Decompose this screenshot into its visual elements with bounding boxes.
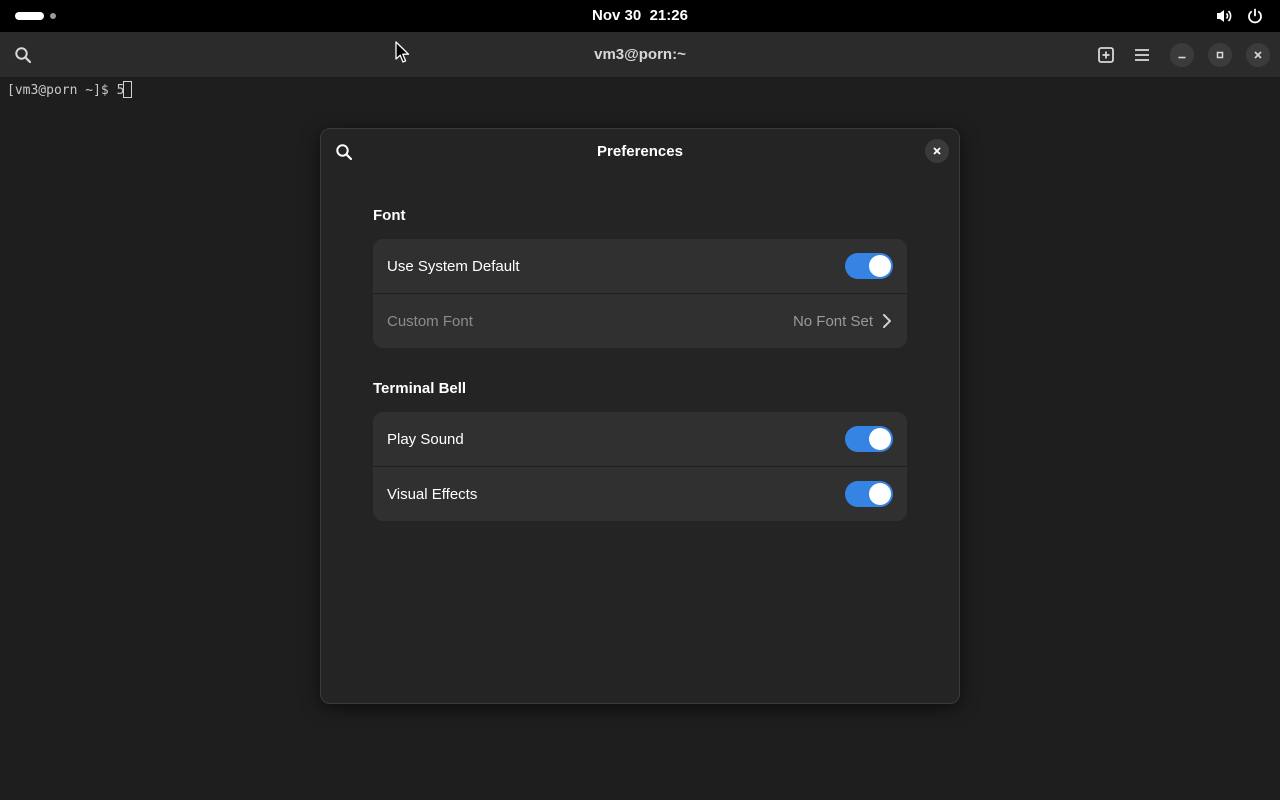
font-section-title: Font xyxy=(373,207,406,224)
visual-effects-row[interactable]: Visual Effects xyxy=(373,466,907,521)
main-menu-button[interactable] xyxy=(1128,42,1156,68)
new-tab-icon xyxy=(1098,47,1114,63)
text-cursor xyxy=(123,81,133,98)
use-system-default-switch[interactable] xyxy=(845,253,893,279)
dialog-title: Preferences xyxy=(597,143,683,160)
hamburger-icon xyxy=(1135,49,1149,61)
visual-effects-label: Visual Effects xyxy=(387,485,478,503)
use-system-default-row[interactable]: Use System Default xyxy=(373,239,907,293)
switch-knob xyxy=(869,255,891,277)
terminal-bell-group: Play Sound Visual Effects xyxy=(373,412,907,521)
power-icon[interactable] xyxy=(1246,7,1264,25)
custom-font-label: Custom Font xyxy=(387,312,473,330)
play-sound-label: Play Sound xyxy=(387,430,464,448)
mouse-pointer-icon xyxy=(395,41,410,63)
minimize-button[interactable] xyxy=(1170,43,1194,67)
chevron-right-icon xyxy=(883,314,891,328)
clock-date[interactable]: Nov 30 xyxy=(592,7,641,24)
top-bar: Nov 30 21:26 xyxy=(0,0,1280,32)
switch-knob xyxy=(869,483,891,505)
new-tab-button[interactable] xyxy=(1092,42,1120,68)
custom-font-value: No Font Set xyxy=(792,312,873,330)
close-icon xyxy=(1254,51,1262,59)
switch-knob xyxy=(869,428,891,450)
terminal-bell-section-title: Terminal Bell xyxy=(373,380,467,397)
close-window-button[interactable] xyxy=(1246,43,1270,67)
workspace-dot-indicator xyxy=(50,13,56,19)
workspace-active-indicator xyxy=(15,12,44,20)
dialog-close-button[interactable] xyxy=(925,139,949,163)
play-sound-row[interactable]: Play Sound xyxy=(373,412,907,466)
clock-time[interactable]: 21:26 xyxy=(650,7,688,24)
terminal-header-bar: vm3@porn:~ xyxy=(0,32,1280,78)
visual-effects-switch[interactable] xyxy=(845,481,893,507)
custom-font-row[interactable]: Custom Font No Font Set xyxy=(373,293,907,348)
play-sound-switch[interactable] xyxy=(845,426,893,452)
font-settings-group: Use System Default Custom Font No Font S… xyxy=(373,239,907,348)
preferences-dialog: Preferences Font Use System Default Cust… xyxy=(320,128,960,704)
terminal-title: vm3@porn:~ xyxy=(594,46,686,63)
system-tray[interactable] xyxy=(1214,6,1264,26)
use-system-default-label: Use System Default xyxy=(387,257,520,275)
close-icon xyxy=(933,147,941,155)
minimize-icon xyxy=(1178,56,1186,59)
terminal-prompt: [vm3@porn ~]$ 5 xyxy=(7,81,133,99)
speaker-icon[interactable] xyxy=(1214,6,1234,26)
search-icon[interactable] xyxy=(333,141,355,163)
maximize-button[interactable] xyxy=(1208,43,1232,67)
search-icon[interactable] xyxy=(12,44,34,66)
maximize-icon xyxy=(1216,51,1224,59)
clock: Nov 30 21:26 xyxy=(0,7,1280,24)
activities-indicator[interactable] xyxy=(15,12,56,20)
prompt-text: [vm3@porn ~]$ 5 xyxy=(7,83,125,98)
